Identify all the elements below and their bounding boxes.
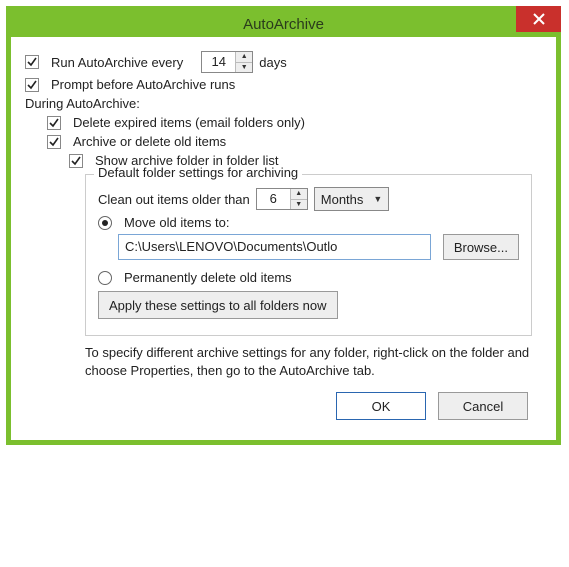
dialog-footer: OK Cancel <box>25 392 542 426</box>
ok-button[interactable]: OK <box>336 392 426 420</box>
apply-all-row: Apply these settings to all folders now <box>98 291 519 319</box>
delete-expired-checkbox[interactable] <box>47 116 61 130</box>
close-button[interactable] <box>516 6 561 32</box>
run-every-label-before: Run AutoArchive every <box>51 55 183 70</box>
check-icon <box>49 137 59 147</box>
dialog-content: Run AutoArchive every 14 ▲ ▼ days Prompt… <box>11 37 556 440</box>
run-every-label-after: days <box>259 55 286 70</box>
prompt-before-label: Prompt before AutoArchive runs <box>51 77 235 92</box>
move-old-label: Move old items to: <box>124 215 230 230</box>
clean-out-unit-dropdown[interactable]: Months ▼ <box>314 187 390 211</box>
default-settings-group: Default folder settings for archiving Cl… <box>85 174 532 336</box>
archive-old-checkbox[interactable] <box>47 135 61 149</box>
check-icon <box>27 80 37 90</box>
archive-old-label: Archive or delete old items <box>73 134 226 149</box>
check-icon <box>71 156 81 166</box>
run-every-spinner[interactable]: 14 ▲ ▼ <box>201 51 253 73</box>
cancel-button[interactable]: Cancel <box>438 392 528 420</box>
spin-up[interactable]: ▲ <box>291 189 307 200</box>
move-old-row: Move old items to: <box>98 215 519 230</box>
help-text: To specify different archive settings fo… <box>85 344 532 380</box>
delete-expired-label: Delete expired items (email folders only… <box>73 115 305 130</box>
prompt-before-checkbox[interactable] <box>25 78 39 92</box>
apply-all-button[interactable]: Apply these settings to all folders now <box>98 291 338 319</box>
spin-down[interactable]: ▼ <box>291 200 307 210</box>
run-every-checkbox[interactable] <box>25 55 39 69</box>
spinner-buttons: ▲ ▼ <box>236 52 252 72</box>
clean-out-value[interactable]: 6 <box>257 189 291 209</box>
clean-out-unit: Months <box>321 192 364 207</box>
check-icon <box>27 57 37 67</box>
move-old-radio[interactable] <box>98 216 112 230</box>
during-label-row: During AutoArchive: <box>25 96 542 111</box>
prompt-before-row: Prompt before AutoArchive runs <box>25 77 542 92</box>
archive-path-field[interactable]: C:\Users\LENOVO\Documents\Outlo <box>118 234 431 260</box>
autoarchive-dialog: AutoArchive Run AutoArchive every 14 ▲ ▼ <box>6 6 561 445</box>
perm-delete-row: Permanently delete old items <box>98 270 519 285</box>
delete-expired-row: Delete expired items (email folders only… <box>25 115 542 130</box>
spin-down[interactable]: ▼ <box>236 63 252 73</box>
during-label: During AutoArchive: <box>25 96 140 111</box>
run-every-value[interactable]: 14 <box>202 52 236 72</box>
path-row: C:\Users\LENOVO\Documents\Outlo Browse..… <box>98 234 519 260</box>
chevron-down-icon: ▼ <box>373 194 382 204</box>
spin-up[interactable]: ▲ <box>236 52 252 63</box>
browse-button[interactable]: Browse... <box>443 234 519 260</box>
titlebar: AutoArchive <box>11 11 556 37</box>
dialog-title: AutoArchive <box>243 16 324 33</box>
perm-delete-radio[interactable] <box>98 271 112 285</box>
clean-out-row: Clean out items older than 6 ▲ ▼ Months … <box>98 187 519 211</box>
spinner-buttons: ▲ ▼ <box>291 189 307 209</box>
check-icon <box>49 118 59 128</box>
group-title: Default folder settings for archiving <box>94 165 302 180</box>
run-every-row: Run AutoArchive every 14 ▲ ▼ days <box>25 51 542 73</box>
clean-out-spinner[interactable]: 6 ▲ ▼ <box>256 188 308 210</box>
clean-out-label: Clean out items older than <box>98 192 250 207</box>
show-folder-checkbox[interactable] <box>69 154 83 168</box>
perm-delete-label: Permanently delete old items <box>124 270 292 285</box>
close-icon <box>533 13 545 25</box>
archive-old-row: Archive or delete old items <box>25 134 542 149</box>
